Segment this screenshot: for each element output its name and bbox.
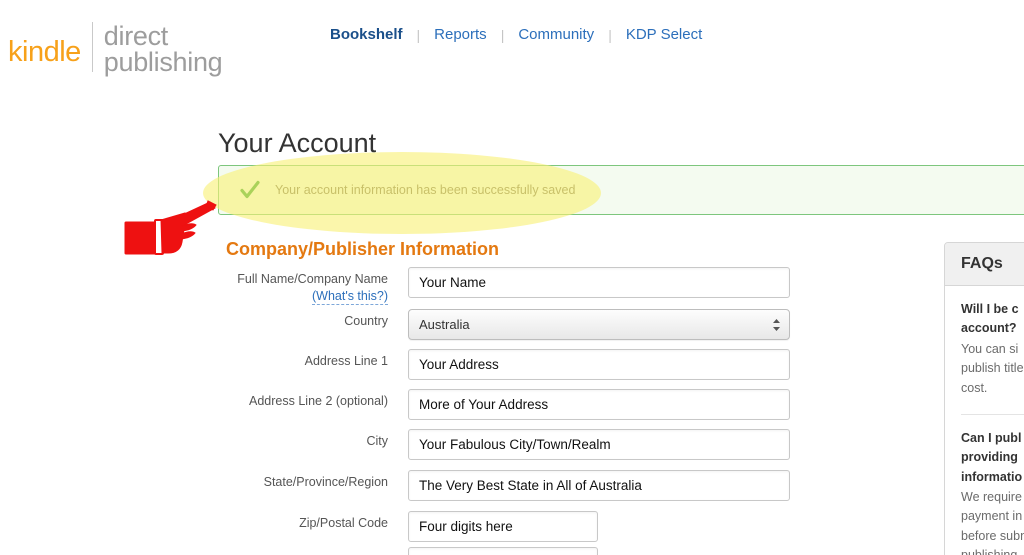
- label-next-partial: [226, 547, 408, 552]
- company-publisher-form: Company/Publisher Information Full Name/…: [0, 0, 1024, 555]
- select-country[interactable]: Australia: [408, 309, 790, 340]
- faq-item: Can I publ providing informatio We requi…: [961, 413, 1024, 555]
- form-row-city: City: [226, 429, 790, 460]
- input-zip-postal-code[interactable]: [408, 511, 598, 542]
- form-section-title: Company/Publisher Information: [226, 239, 500, 259]
- form-row-full-name: Full Name/Company Name (What's this?): [226, 267, 790, 306]
- faq-panel-body: Will I be c account? You can si publish …: [945, 286, 1024, 555]
- label-full-name: Full Name/Company Name (What's this?): [226, 267, 408, 306]
- label-zip-postal-code: Zip/Postal Code: [299, 516, 388, 530]
- input-address-line-2[interactable]: [408, 389, 790, 420]
- faq-answer: We require payment in before subn publis…: [961, 490, 1024, 555]
- label-address-line-1: Address Line 1: [304, 354, 388, 368]
- form-row-country: Country Australia: [226, 309, 790, 340]
- faq-item: Will I be c account? You can si publish …: [961, 300, 1024, 398]
- faq-question: Will I be c account?: [961, 302, 1019, 336]
- stepper-arrows-icon[interactable]: [772, 318, 781, 332]
- faq-panel: FAQs Will I be c account? You can si pub…: [944, 242, 1024, 555]
- select-country-value[interactable]: Australia: [408, 309, 790, 340]
- kdp-your-account-page: kindle direct publishing Bookshelf | Rep…: [0, 0, 1024, 555]
- label-address-line-2: Address Line 2 (optional): [249, 394, 388, 408]
- input-next-partial[interactable]: [408, 547, 598, 555]
- form-row-next-partial: [226, 547, 598, 555]
- faq-question: Can I publ providing informatio: [961, 430, 1023, 484]
- form-row-address-1: Address Line 1: [226, 349, 790, 380]
- faq-panel-title: FAQs: [945, 243, 1024, 286]
- label-state-province-region: State/Province/Region: [263, 475, 388, 489]
- form-row-state: State/Province/Region: [226, 470, 790, 501]
- input-state-province-region[interactable]: [408, 470, 790, 501]
- label-country: Country: [344, 314, 388, 328]
- input-full-name[interactable]: [408, 267, 790, 298]
- input-city[interactable]: [408, 429, 790, 460]
- input-address-line-1[interactable]: [408, 349, 790, 380]
- faq-answer: You can si publish title cost.: [961, 341, 1024, 395]
- form-row-zip: Zip/Postal Code: [226, 511, 598, 542]
- form-row-address-2: Address Line 2 (optional): [226, 389, 790, 420]
- label-city: City: [366, 434, 388, 448]
- whats-this-link[interactable]: (What's this?): [311, 289, 388, 306]
